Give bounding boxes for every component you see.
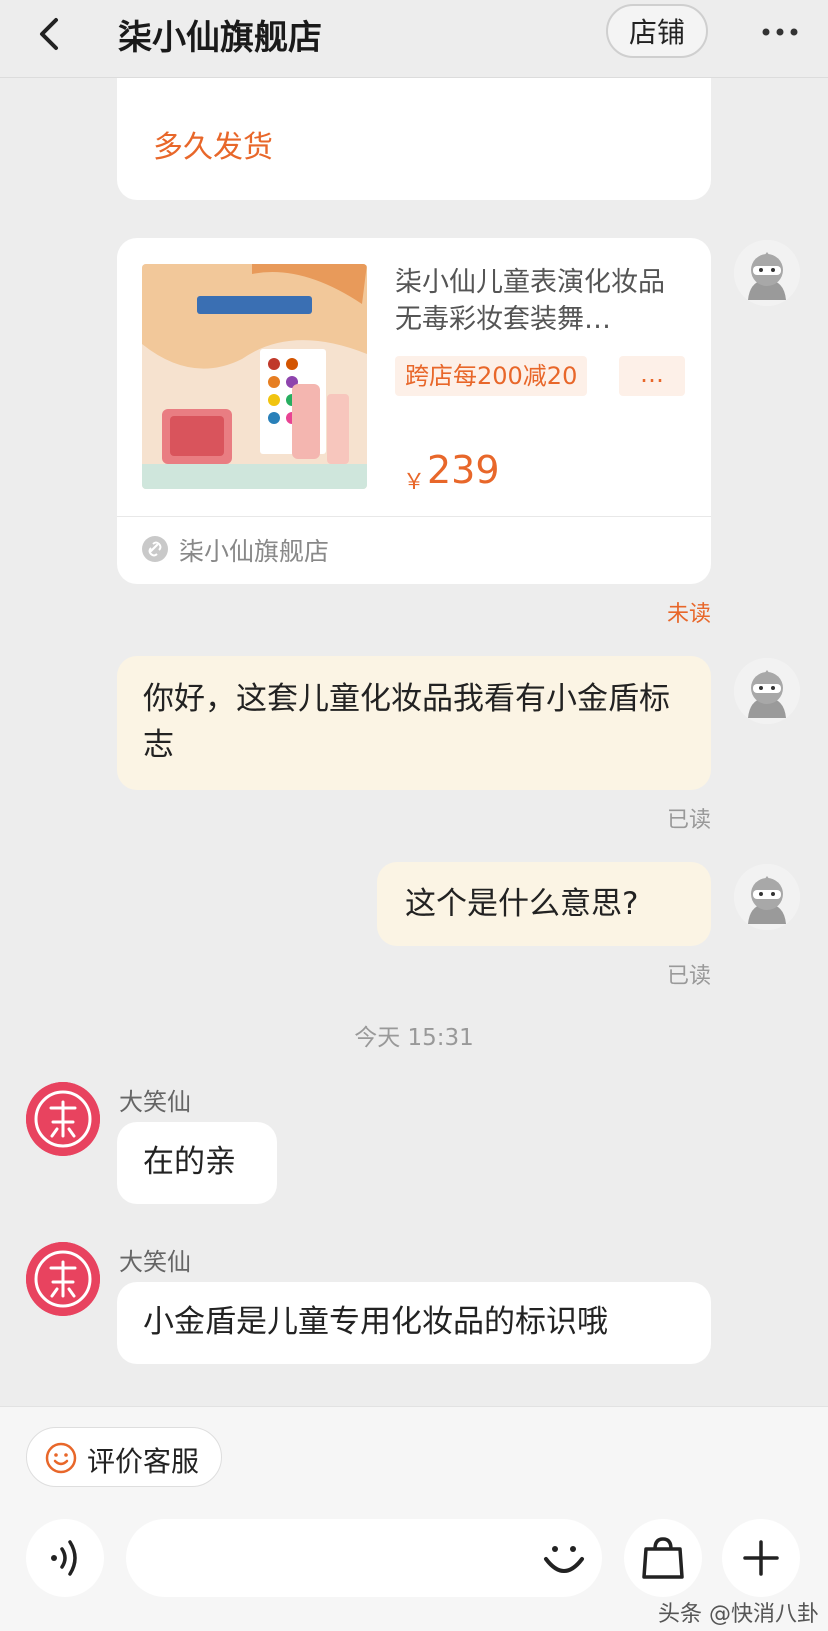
product-title[interactable]: 柒小仙儿童表演化妆品无毒彩妆套装舞… bbox=[395, 264, 685, 338]
more-button[interactable] bbox=[758, 12, 802, 52]
product-photo bbox=[142, 264, 367, 489]
shopping-bag-button[interactable] bbox=[624, 1519, 702, 1597]
message-bubble-mine[interactable]: 你好，这套儿童化妆品我看有小金盾标志 bbox=[117, 656, 711, 790]
user-avatar[interactable] bbox=[734, 864, 800, 930]
quick-reply-link[interactable]: 多久发货 bbox=[153, 122, 273, 166]
message-text: 这个是什么意思? bbox=[405, 886, 639, 922]
shop-link-label[interactable]: 柒小仙旗舰店 bbox=[179, 532, 329, 568]
read-status: 已读 bbox=[666, 808, 711, 833]
shop-logo-icon bbox=[26, 1242, 100, 1316]
emoji-button[interactable] bbox=[540, 1535, 588, 1583]
plus-icon bbox=[743, 1540, 779, 1576]
message-bubble-shop[interactable]: 在的亲 bbox=[117, 1122, 277, 1204]
chat-header: 柒小仙旗舰店 店铺 bbox=[0, 0, 828, 78]
product-price: 239 bbox=[427, 448, 500, 492]
shop-avatar[interactable] bbox=[26, 1242, 100, 1316]
user-avatar[interactable] bbox=[734, 658, 800, 724]
read-status: 已读 bbox=[666, 964, 711, 989]
smile-icon bbox=[45, 1442, 77, 1474]
link-icon bbox=[142, 536, 168, 562]
message-text: 小金盾是儿童专用化妆品的标识哦 bbox=[143, 1304, 608, 1340]
back-button[interactable] bbox=[28, 12, 72, 56]
unread-status: 未读 bbox=[666, 602, 711, 627]
emoji-icon bbox=[544, 1546, 584, 1573]
user-avatar[interactable] bbox=[734, 240, 800, 306]
ninja-avatar-icon bbox=[734, 240, 800, 306]
shop-avatar[interactable] bbox=[26, 1082, 100, 1156]
message-text: 在的亲 bbox=[143, 1144, 236, 1180]
page-title: 柒小仙旗舰店 bbox=[118, 18, 322, 58]
more-dots-icon bbox=[762, 28, 798, 36]
message-bubble-shop[interactable]: 小金盾是儿童专用化妆品的标识哦 bbox=[117, 1282, 711, 1364]
chevron-left-icon bbox=[40, 18, 58, 50]
sender-name: 大笑仙 bbox=[119, 1248, 191, 1276]
shop-logo-icon bbox=[26, 1082, 100, 1156]
voice-icon bbox=[51, 1540, 77, 1576]
message-input[interactable] bbox=[126, 1519, 602, 1597]
sender-name: 大笑仙 bbox=[119, 1088, 191, 1116]
more-actions-button[interactable] bbox=[722, 1519, 800, 1597]
message-bubble-mine[interactable]: 这个是什么意思? bbox=[377, 862, 711, 946]
product-image[interactable] bbox=[142, 264, 367, 489]
rate-service-button[interactable]: 评价客服 bbox=[26, 1427, 222, 1487]
ninja-avatar-icon bbox=[734, 658, 800, 724]
shop-button[interactable]: 店铺 bbox=[606, 4, 708, 58]
ninja-avatar-icon bbox=[734, 864, 800, 930]
promo-tag: 跨店每200减20 bbox=[395, 356, 588, 396]
rate-service-label: 评价客服 bbox=[87, 1445, 200, 1478]
message-text: 你好，这套儿童化妆品我看有小金盾标志 bbox=[143, 681, 670, 763]
shopping-bag-icon bbox=[642, 1537, 684, 1579]
divider bbox=[117, 516, 711, 517]
voice-button[interactable] bbox=[26, 1519, 104, 1597]
chat-timestamp: 今天 15:31 bbox=[354, 1025, 474, 1051]
product-card[interactable]: 柒小仙儿童表演化妆品无毒彩妆套装舞… 跨店每200减20 … ￥ 239 柒小仙… bbox=[117, 238, 711, 584]
watermark: 头条 @快消八卦 bbox=[658, 1602, 819, 1627]
price-currency: ￥ bbox=[403, 470, 426, 495]
promo-more-tag: … bbox=[619, 356, 685, 396]
